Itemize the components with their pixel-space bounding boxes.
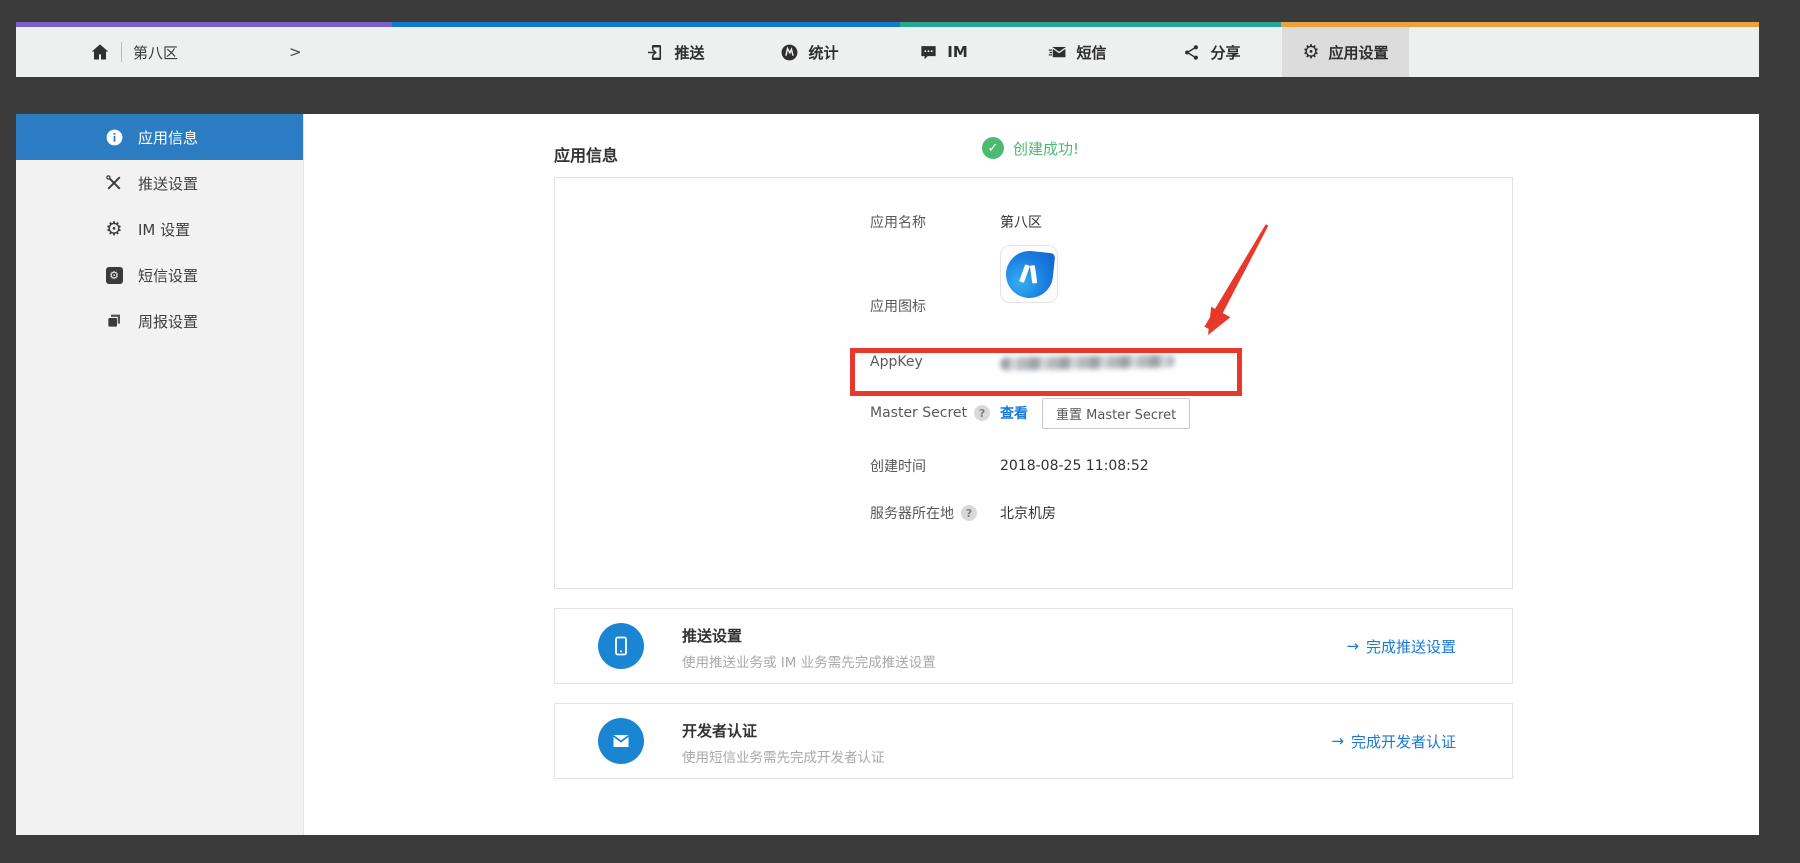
sidebar-item-im-settings[interactable]: ⚙ IM 设置	[16, 206, 303, 252]
master-secret-label: Master Secret ?	[870, 405, 990, 421]
sidebar-item-label: 推送设置	[138, 173, 198, 194]
tab-label: 短信	[1076, 42, 1106, 63]
appkey-value-redacted	[1000, 356, 1175, 369]
tab-label: 分享	[1210, 42, 1240, 63]
home-icon[interactable]	[90, 42, 110, 62]
app-icon-image	[1000, 245, 1058, 303]
tab-label: 推送	[674, 42, 704, 63]
complete-push-settings-link[interactable]: → 完成推送设置	[1346, 609, 1456, 683]
card-title: 开发者认证	[682, 720, 757, 741]
report-copy-icon	[104, 311, 124, 331]
sidebar-item-weekly-report-settings[interactable]: 周报设置	[16, 298, 303, 344]
card-description: 使用短信业务需先完成开发者认证	[682, 746, 885, 766]
settings-sidebar: 应用信息 推送设置 ⚙ IM 设置 ⚙ 短信设置 周报设置	[16, 114, 304, 835]
gear-icon: ⚙	[104, 219, 124, 239]
complete-developer-certification-link[interactable]: → 完成开发者认证	[1331, 704, 1456, 778]
phone-icon	[598, 623, 644, 669]
tab-label: 统计	[808, 42, 838, 63]
help-icon[interactable]: ?	[974, 405, 990, 421]
sidebar-item-app-info[interactable]: 应用信息	[16, 114, 303, 160]
status-badge-text: 创建成功!	[1013, 138, 1079, 159]
push-settings-card: 推送设置 使用推送业务或 IM 业务需先完成推送设置 → 完成推送设置	[554, 608, 1513, 684]
sidebar-item-label: 周报设置	[138, 311, 198, 332]
tab-app-settings[interactable]: ⚙ 应用设置	[1282, 27, 1409, 77]
check-circle-icon: ✓	[982, 137, 1004, 159]
app-info-card: 应用名称 第八区 应用图标 AppKey Master Secret ? 查	[554, 177, 1513, 589]
tools-icon	[104, 173, 124, 193]
tab-label: 应用设置	[1329, 42, 1389, 63]
card-description: 使用推送业务或 IM 业务需先完成推送设置	[682, 651, 936, 671]
redacted-appkey-blur	[1000, 354, 1175, 370]
created-time-label: 创建时间	[870, 456, 926, 476]
help-icon[interactable]: ?	[961, 505, 977, 521]
server-location-label: 服务器所在地 ?	[870, 503, 977, 523]
sms-settings-icon: ⚙	[104, 265, 124, 285]
reset-master-secret-button[interactable]: 重置 Master Secret	[1042, 398, 1190, 429]
sidebar-item-push-settings[interactable]: 推送设置	[16, 160, 303, 206]
appkey-label: AppKey	[870, 354, 923, 370]
tab-im[interactable]: IM	[880, 27, 1007, 77]
created-time-value: 2018-08-25 11:08:52	[1000, 458, 1149, 474]
arrow-right-icon: →	[1331, 732, 1344, 750]
sidebar-item-label: 短信设置	[138, 265, 198, 286]
app-name-value: 第八区	[1000, 212, 1042, 232]
tab-share[interactable]: 分享	[1148, 27, 1275, 77]
arrow-right-icon: →	[1346, 637, 1359, 655]
breadcrumb-app-name[interactable]: 第八区	[133, 42, 178, 63]
view-master-secret-link[interactable]: 查看	[1000, 403, 1028, 423]
developer-certification-card: 开发者认证 使用短信业务需先完成开发者认证 → 完成开发者认证	[554, 703, 1513, 779]
info-icon	[104, 127, 124, 147]
gear-icon: ⚙	[1302, 43, 1319, 62]
app-name-label: 应用名称	[870, 212, 926, 232]
server-location-value: 北京机房	[1000, 503, 1056, 523]
tab-label: IM	[947, 43, 968, 61]
tab-push[interactable]: 推送	[612, 27, 739, 77]
status-badge: ✓ 创建成功!	[982, 137, 1079, 159]
stats-icon	[780, 43, 799, 62]
im-chat-icon	[919, 43, 938, 62]
card-title: 推送设置	[682, 625, 742, 646]
page-title: 应用信息	[554, 142, 618, 166]
sms-envelope-icon	[1048, 43, 1067, 62]
tab-sms[interactable]: 短信	[1014, 27, 1141, 77]
app-icon	[1000, 245, 1058, 303]
breadcrumb-divider	[121, 42, 122, 62]
main-content: 应用信息 ✓ 创建成功! 应用名称 第八区 应用图标 AppKey Mas	[304, 114, 1759, 835]
nav-tabs: 推送 统计 IM 短信 分享 ⚙ 应用设置	[612, 27, 1409, 77]
sidebar-item-label: IM 设置	[138, 219, 190, 240]
top-navbar: 第八区 > 推送 统计 IM 短信	[16, 27, 1759, 77]
push-icon	[646, 43, 665, 62]
share-icon	[1182, 43, 1201, 62]
app-icon-label: 应用图标	[870, 296, 926, 316]
breadcrumb: 第八区 >	[90, 27, 302, 77]
sidebar-item-label: 应用信息	[138, 127, 198, 148]
tab-stats[interactable]: 统计	[746, 27, 873, 77]
mail-icon	[598, 718, 644, 764]
sidebar-item-sms-settings[interactable]: ⚙ 短信设置	[16, 252, 303, 298]
chevron-right-icon[interactable]: >	[289, 43, 302, 61]
